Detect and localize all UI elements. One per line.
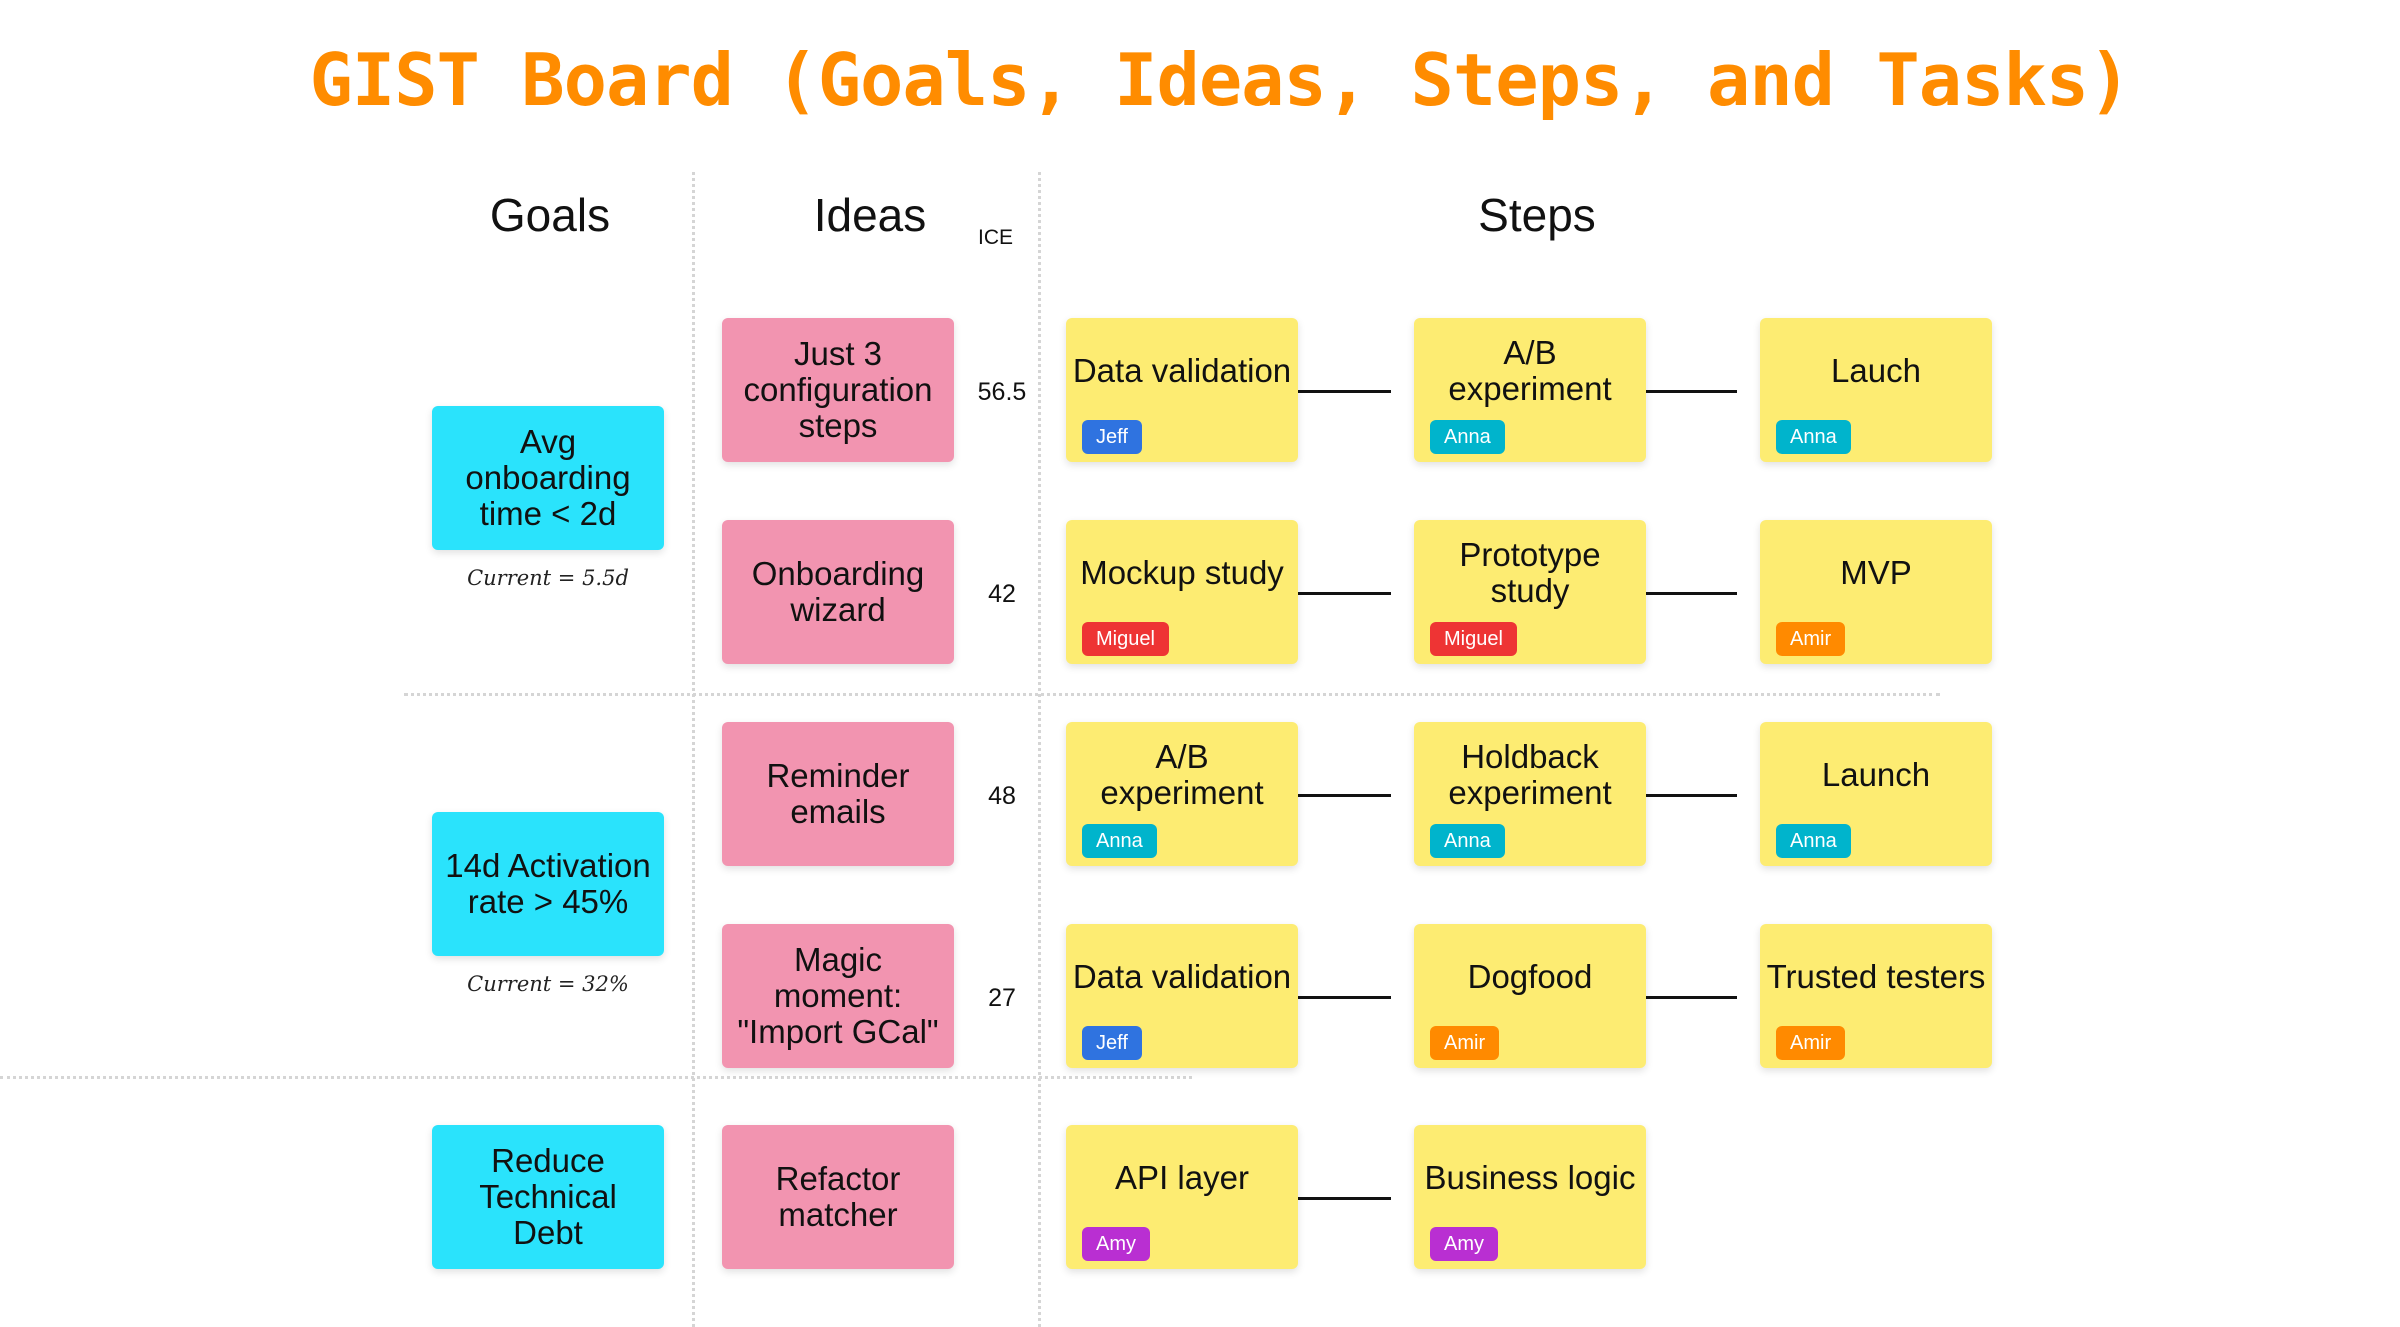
owner-tag[interactable]: Amir: [1776, 622, 1846, 656]
step-text: A/B experiment: [1448, 334, 1612, 407]
step-card[interactable]: Lauch Anna: [1760, 318, 1992, 462]
ice-score: 42: [988, 580, 1016, 608]
step-text: A/B experiment: [1100, 738, 1264, 811]
owner-tag[interactable]: Miguel: [1430, 622, 1517, 656]
divider-goals-ideas: [692, 172, 695, 1327]
owner-tag[interactable]: Amy: [1430, 1227, 1498, 1261]
step-card[interactable]: Trusted testers Amir: [1760, 924, 1992, 1068]
ice-header: ICE: [978, 226, 1014, 249]
owner-tag[interactable]: Amir: [1776, 1026, 1846, 1060]
idea-text: Onboarding wizard: [751, 555, 925, 628]
step-card[interactable]: API layer Amy: [1066, 1125, 1298, 1269]
step-card[interactable]: Launch Anna: [1760, 722, 1992, 866]
step-text: Mockup study: [1080, 554, 1284, 591]
idea-text: Just 3 configuration steps: [743, 335, 933, 444]
ideas-header: Ideas: [813, 189, 927, 241]
step-card[interactable]: A/B experiment Anna: [1066, 722, 1298, 866]
step-card[interactable]: Holdback experiment Anna: [1414, 722, 1646, 866]
goal-current-value: Current = 5.5d: [467, 566, 629, 590]
divider-row-goal1-goal2: [404, 693, 1940, 696]
idea-card[interactable]: Just 3 configuration steps: [722, 318, 954, 462]
step-text: Lauch: [1831, 352, 1921, 389]
step-card[interactable]: Dogfood Amir: [1414, 924, 1646, 1068]
owner-tag[interactable]: Miguel: [1082, 622, 1169, 656]
step-text: Prototype study: [1459, 536, 1601, 609]
step-text: Data validation: [1072, 958, 1292, 995]
ice-score: 27: [988, 984, 1016, 1012]
step-text: Data validation: [1072, 352, 1292, 389]
owner-tag[interactable]: Anna: [1776, 824, 1851, 858]
step-connector: [1646, 390, 1737, 393]
step-connector: [1298, 1197, 1391, 1200]
owner-tag[interactable]: Jeff: [1082, 420, 1142, 454]
idea-card[interactable]: Magic moment: "Import GCal": [722, 924, 954, 1068]
step-connector: [1646, 592, 1737, 595]
step-card[interactable]: Business logic Amy: [1414, 1125, 1646, 1269]
owner-tag[interactable]: Anna: [1430, 824, 1505, 858]
step-card[interactable]: A/B experiment Anna: [1414, 318, 1646, 462]
goal-text: Reduce Technical Debt: [479, 1142, 617, 1251]
step-card[interactable]: Data validation Jeff: [1066, 318, 1298, 462]
goal-text: 14d Activation rate > 45%: [445, 847, 651, 920]
step-card[interactable]: Data validation Jeff: [1066, 924, 1298, 1068]
goal-text: Avg onboarding time < 2d: [465, 423, 631, 532]
step-card[interactable]: MVP Amir: [1760, 520, 1992, 664]
step-text: API layer: [1115, 1159, 1249, 1196]
goal-card[interactable]: Avg onboarding time < 2d: [432, 406, 664, 550]
steps-header: Steps: [1478, 189, 1596, 241]
step-connector: [1298, 996, 1391, 999]
step-text: Holdback experiment: [1448, 738, 1612, 811]
goals-header: Goals: [489, 189, 611, 241]
owner-tag[interactable]: Amir: [1430, 1026, 1500, 1060]
divider-row-goal2-goal3: [0, 1076, 1192, 1079]
idea-text: Refactor matcher: [775, 1160, 901, 1233]
step-connector: [1298, 794, 1391, 797]
step-connector: [1298, 390, 1391, 393]
step-card[interactable]: Mockup study Miguel: [1066, 520, 1298, 664]
step-text: Trusted testers: [1766, 958, 1986, 995]
owner-tag[interactable]: Anna: [1776, 420, 1851, 454]
step-connector: [1298, 592, 1391, 595]
step-text: Launch: [1821, 756, 1931, 793]
owner-tag[interactable]: Anna: [1430, 420, 1505, 454]
ice-score: 56.5: [977, 378, 1027, 406]
step-text: Dogfood: [1467, 958, 1593, 995]
board-title: GIST Board (Goals, Ideas, Steps, and Tas…: [309, 38, 2132, 122]
idea-card[interactable]: Refactor matcher: [722, 1125, 954, 1269]
step-connector: [1646, 996, 1737, 999]
goal-card[interactable]: Reduce Technical Debt: [432, 1125, 664, 1269]
step-card[interactable]: Prototype study Miguel: [1414, 520, 1646, 664]
owner-tag[interactable]: Jeff: [1082, 1026, 1142, 1060]
ice-score: 48: [988, 782, 1016, 810]
goal-current-value: Current = 32%: [467, 972, 629, 996]
step-text: MVP: [1840, 554, 1912, 591]
idea-card[interactable]: Reminder emails: [722, 722, 954, 866]
idea-text: Magic moment: "Import GCal": [737, 941, 939, 1050]
goal-card[interactable]: 14d Activation rate > 45%: [432, 812, 664, 956]
step-connector: [1646, 794, 1737, 797]
idea-card[interactable]: Onboarding wizard: [722, 520, 954, 664]
step-text: Business logic: [1424, 1159, 1636, 1196]
owner-tag[interactable]: Anna: [1082, 824, 1157, 858]
idea-text: Reminder emails: [766, 757, 910, 830]
divider-ideas-steps: [1038, 172, 1041, 1327]
owner-tag[interactable]: Amy: [1082, 1227, 1150, 1261]
